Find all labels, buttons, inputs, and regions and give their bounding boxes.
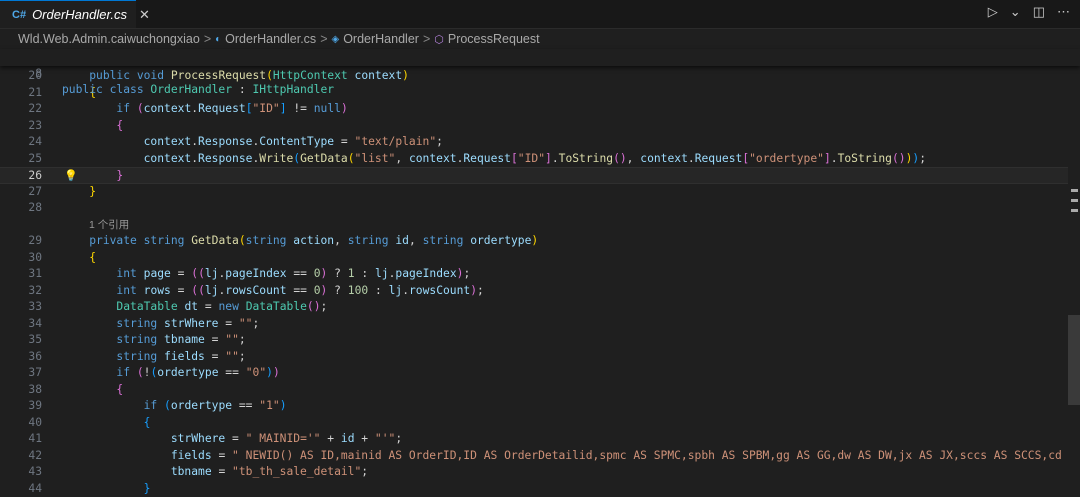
code-line-current: 26💡 } [0, 167, 1080, 184]
code-line: 25 context.Response.Write(GetData("list"… [0, 151, 1080, 168]
code-text: { [62, 415, 150, 432]
code-text: { [62, 118, 123, 135]
code-text: string tbname = ""; [62, 332, 246, 349]
scrollbar-marker [1071, 199, 1078, 202]
code-text: string fields = ""; [62, 349, 246, 366]
csharp-file-icon: ◐ [215, 34, 221, 45]
scrollbar-marker [1071, 189, 1078, 192]
code-text: if (!(ordertype == "0")) [62, 365, 280, 382]
code-line: 23 { [0, 118, 1080, 135]
split-editor-icon[interactable]: ◫ [1033, 4, 1045, 20]
code-line: 37 if (!(ordertype == "0")) [0, 365, 1080, 382]
code-text: } [62, 481, 150, 497]
method-icon: ⬡ [434, 33, 444, 46]
vertical-scrollbar[interactable] [1068, 49, 1080, 487]
code-editor[interactable]: 20 public void ProcessRequest(HttpContex… [0, 68, 1080, 497]
tab-title: OrderHandler.cs [32, 7, 127, 22]
code-text: } [62, 184, 96, 201]
code-text: tbname = "tb_th_sale_detail"; [62, 464, 368, 481]
code-line: 35 string tbname = ""; [0, 332, 1080, 349]
sticky-scroll-header[interactable]: 8 public class OrderHandler : IHttpHandl… [0, 49, 1080, 66]
scrollbar-thumb[interactable] [1068, 315, 1080, 405]
code-text: context.Response.ContentType = "text/pla… [62, 134, 443, 151]
breadcrumb-project[interactable]: Wld.Web.Admin.caiwuchongxiao [18, 32, 200, 46]
code-line: 33 DataTable dt = new DataTable(); [0, 299, 1080, 316]
code-line: 28 [0, 200, 1080, 217]
code-line: 29 private string GetData(string action,… [0, 233, 1080, 250]
tab-orderhandler[interactable]: C# OrderHandler.cs ✕ [0, 0, 136, 28]
breadcrumb-separator: > [423, 32, 430, 46]
class-icon: ◈ [332, 34, 340, 45]
code-line: 36 string fields = ""; [0, 349, 1080, 366]
code-line: 22 if (context.Request["ID"] != null) [0, 101, 1080, 118]
code-text: DataTable dt = new DataTable(); [62, 299, 327, 316]
code-text: fields = " NEWID() AS ID,mainid AS Order… [62, 448, 1080, 465]
code-text: strWhere = " MAINID='" + id + "'"; [62, 431, 402, 448]
code-text: string strWhere = ""; [62, 316, 259, 333]
sticky-code: public class OrderHandler : IHttpHandler [62, 82, 334, 99]
code-text: if (ordertype == "1") [62, 398, 287, 415]
code-text: int page = ((lj.pageIndex == 0) ? 1 : lj… [62, 266, 470, 283]
close-icon[interactable]: ✕ [139, 7, 150, 23]
breadcrumb-file[interactable]: OrderHandler.cs [225, 32, 316, 46]
code-line: 40 { [0, 415, 1080, 432]
chevron-down-icon[interactable]: ⌄ [1010, 4, 1021, 20]
breadcrumb-separator: > [320, 32, 327, 46]
code-line: 24 context.Response.ContentType = "text/… [0, 134, 1080, 151]
code-text: private string GetData(string action, st… [62, 233, 538, 250]
code-line: 31 int page = ((lj.pageIndex == 0) ? 1 :… [0, 266, 1080, 283]
breadcrumb-class[interactable]: OrderHandler [343, 32, 419, 46]
code-text: context.Response.Write(GetData("list", c… [62, 151, 926, 168]
breadcrumb: Wld.Web.Admin.caiwuchongxiao > ◐ OrderHa… [0, 29, 1080, 49]
codelens-references[interactable]: 1 个引用 [0, 217, 1080, 234]
code-text: } [62, 168, 123, 185]
code-line: 42 fields = " NEWID() AS ID,mainid AS Or… [0, 448, 1080, 465]
more-actions-icon[interactable]: ⋯ [1057, 4, 1070, 20]
code-text: if (context.Request["ID"] != null) [62, 101, 348, 118]
code-line: 32 int rows = ((lj.rowsCount == 0) ? 100… [0, 283, 1080, 300]
run-icon[interactable]: ▷ [988, 4, 998, 20]
line-number: 8 [0, 66, 42, 83]
code-line: 38 { [0, 382, 1080, 399]
code-line: 41 strWhere = " MAINID='" + id + "'"; [0, 431, 1080, 448]
editor-actions: ▷ ⌄ ◫ ⋯ [988, 4, 1070, 20]
code-line: 39 if (ordertype == "1") [0, 398, 1080, 415]
scrollbar-marker [1071, 209, 1078, 212]
tab-bar: C# OrderHandler.cs ✕ ▷ ⌄ ◫ ⋯ [0, 0, 1080, 29]
code-text: { [62, 250, 96, 267]
code-line: 27 } [0, 184, 1080, 201]
code-line: 30 { [0, 250, 1080, 267]
code-line: 43 tbname = "tb_th_sale_detail"; [0, 464, 1080, 481]
code-line: 44 } [0, 481, 1080, 497]
breadcrumb-method[interactable]: ProcessRequest [448, 32, 540, 46]
breadcrumb-separator: > [204, 32, 211, 46]
code-text: { [62, 382, 123, 399]
csharp-file-icon: C# [12, 9, 26, 21]
code-line: 34 string strWhere = ""; [0, 316, 1080, 333]
code-text: int rows = ((lj.rowsCount == 0) ? 100 : … [62, 283, 484, 300]
